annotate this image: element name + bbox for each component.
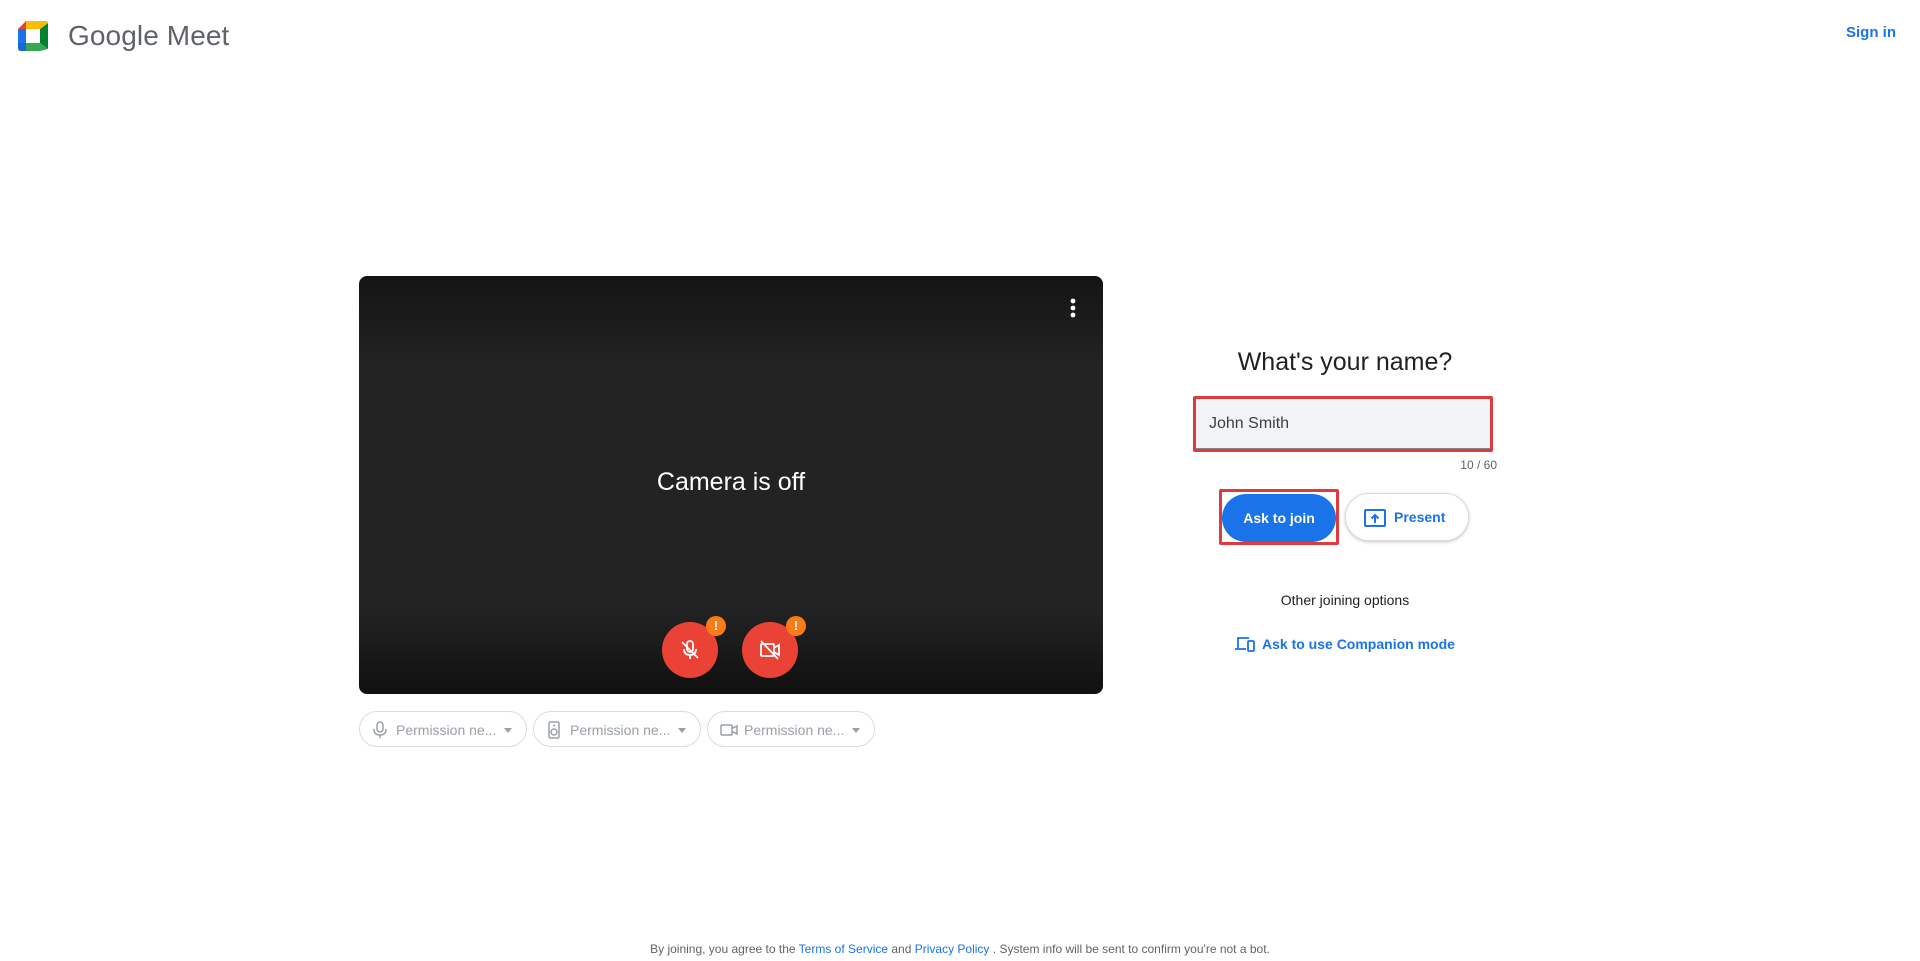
speaker-permission-chip[interactable]: Permission ne... [533,711,701,747]
mic-warning-badge: ! [706,616,726,636]
video-preview: Camera is off ! ! [359,276,1103,694]
name-prompt-heading: What's your name? [1237,348,1453,376]
camera-off-icon [760,640,780,660]
camera-warning-badge: ! [786,616,806,636]
chip-label: Permission ne... [744,722,845,738]
camera-permission-chip[interactable]: Permission ne... [707,711,875,747]
header: Google Meet Sign in [0,0,1920,72]
google-meet-logo-icon [18,21,48,51]
companion-devices-icon [1235,637,1255,652]
character-counter: 10 / 60 [1460,458,1497,472]
microphone-permission-chip[interactable]: Permission ne... [359,711,527,747]
microphone-toggle-button[interactable]: ! [662,616,726,678]
footer-suffix: . System info will be sent to confirm yo… [992,942,1270,956]
chevron-down-icon [852,728,860,733]
footer-disclaimer: By joining, you agree to the Terms of Se… [0,942,1920,956]
privacy-policy-link[interactable]: Privacy Policy [915,942,990,956]
name-field-highlight [1193,396,1493,452]
sign-in-link[interactable]: Sign in [1846,24,1896,41]
footer-and: and [891,942,912,956]
chip-label: Permission ne... [396,722,497,738]
footer-prefix: By joining, you agree to the [650,942,796,956]
name-input[interactable] [1196,399,1490,449]
camera-status-text: Camera is off [656,468,806,496]
chevron-down-icon [504,728,512,733]
speaker-icon [548,721,560,739]
present-to-all-icon [1364,509,1386,527]
present-label: Present [1394,509,1446,525]
microphone-icon [373,721,387,738]
more-vert-icon [1070,298,1076,318]
more-options-button[interactable] [1061,294,1085,322]
ask-to-join-highlight: Ask to join [1219,489,1339,545]
other-joining-options-label: Other joining options [1280,592,1410,608]
brand-title: Google Meet [68,20,230,51]
chip-label: Permission ne... [570,722,671,738]
page: Google Meet Sign in Camera is off ! ! Pe… [0,0,1920,961]
chevron-down-icon [678,728,686,733]
companion-mode-label: Ask to use Companion mode [1262,636,1455,652]
ask-to-join-button[interactable]: Ask to join [1222,494,1336,542]
microphone-off-icon [681,640,699,659]
present-button[interactable]: Present [1345,493,1469,541]
camera-icon [720,724,738,736]
camera-toggle-button[interactable]: ! [742,616,806,678]
terms-of-service-link[interactable]: Terms of Service [799,942,888,956]
